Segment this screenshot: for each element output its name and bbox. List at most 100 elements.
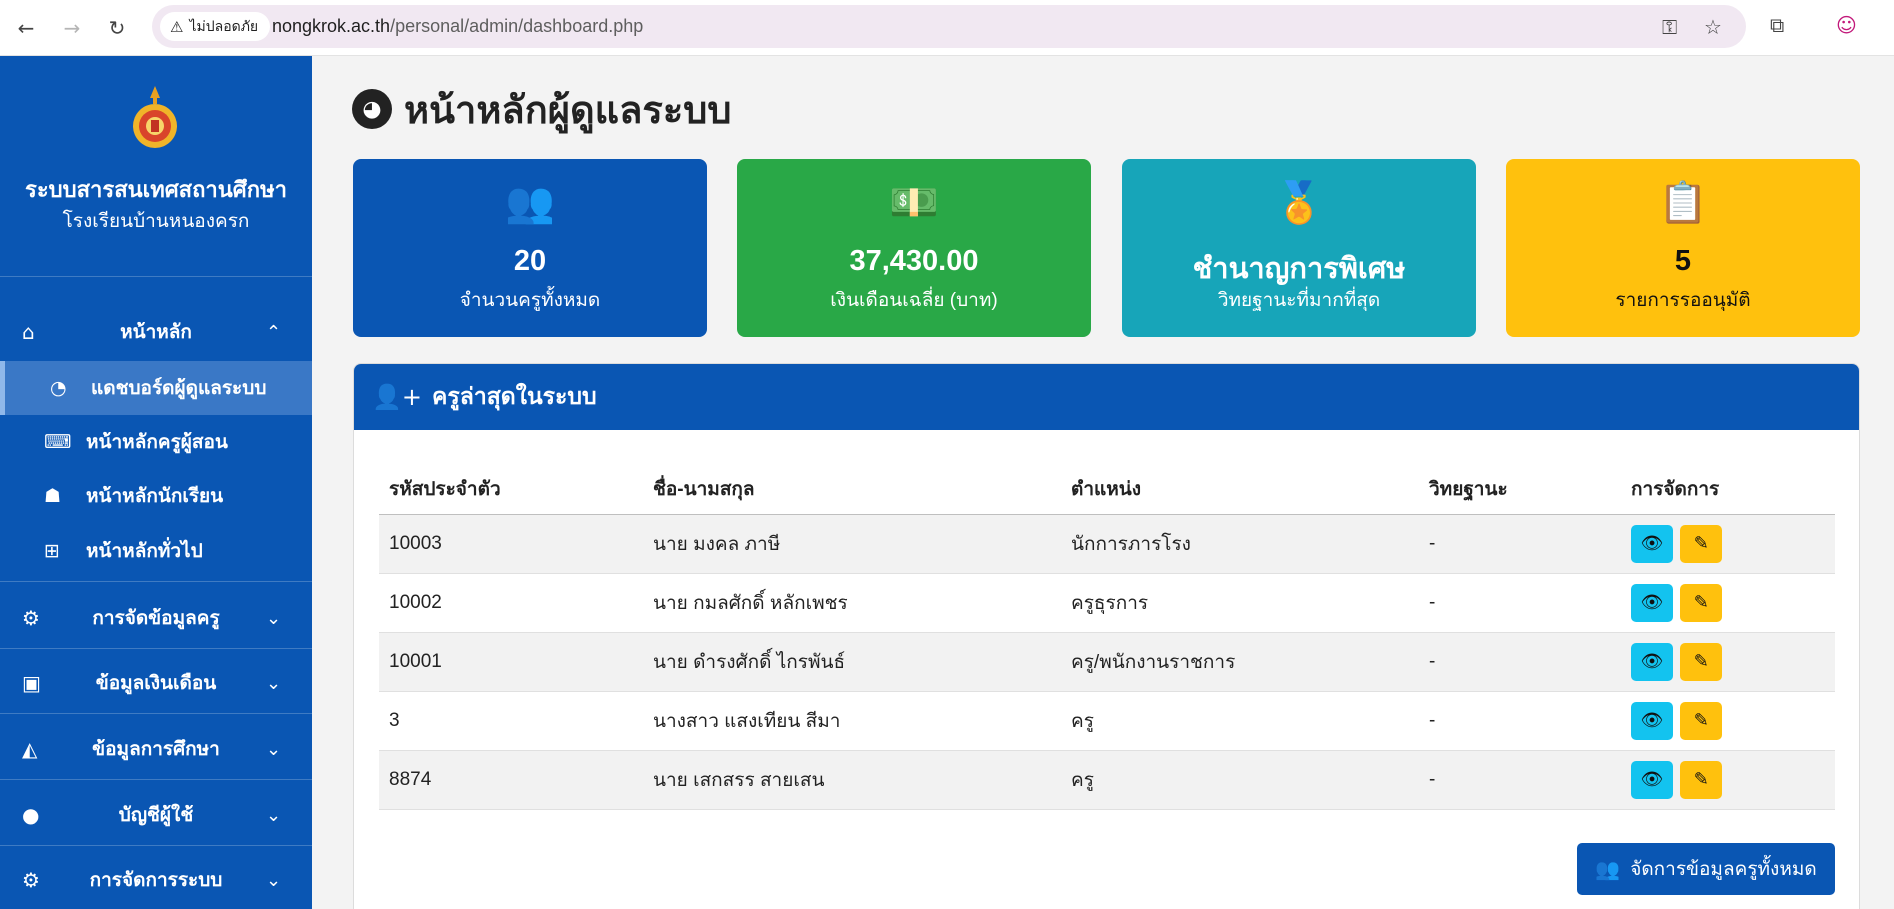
teacher-name: นางสาว แสงเทียน สีมา [643,691,1061,751]
teacher-name: นาย เสกสรร สายเสน [643,750,1061,810]
stat-value: 37,430.00 [849,245,979,277]
edit-button[interactable]: ✎ [1680,701,1723,740]
menu-section-label: ข้อมูลการศึกษา [92,739,220,760]
graduation-cap-icon: ◭ [22,737,38,761]
back-arrow-icon[interactable]: ← [12,14,40,42]
browser-toolbar: ← → ↻ ⚠ ไม่ปลอดภัย nongkrok.ac.th/person… [0,0,1894,56]
page-title-text: หน้าหลักผู้ดูแลระบบ [404,89,732,132]
url-text[interactable]: nongkrok.ac.th/personal/admin/dashboard.… [272,16,643,37]
sidebar-divider [0,779,312,780]
view-button[interactable]: 👁 [1631,701,1673,740]
extensions-icon[interactable]: ⧉ [1770,13,1784,37]
sidebar-divider [0,581,312,582]
security-chip[interactable]: ⚠ ไม่ปลอดภัย [160,12,271,41]
chevron-down-icon: ⌄ [266,607,282,629]
sidebar-divider [0,713,312,714]
address-bar[interactable]: ⚠ ไม่ปลอดภัย nongkrok.ac.th/personal/adm… [152,5,1746,48]
teachers-table: รหัสประจำตัว ชื่อ-นามสกุล ตำแหน่ง วิทยฐา… [379,464,1835,810]
eye-icon: 👁 [1640,769,1664,790]
sidebar-item-general-home[interactable]: ⊞ หน้าหลักทั่วไป [0,524,312,578]
sidebar-item-student-home[interactable]: ☗ หน้าหลักนักเรียน [0,469,312,523]
row-actions: 👁 ✎ [1621,691,1835,751]
users-icon: 👥 [505,180,555,226]
school-emblem-icon [133,86,177,148]
star-icon[interactable]: ☆ [1704,15,1722,39]
teacher-id: 10003 [379,514,643,574]
teacher-position: ครูธุรการ [1061,573,1419,633]
menu-section-home[interactable]: ⌂ หน้าหลัก ⌃ [0,302,312,362]
system-title: ระบบสารสนเทศสถานศึกษา [25,177,287,202]
chevron-up-icon: ⌃ [266,321,282,343]
edit-icon: ✎ [1693,710,1709,731]
teacher-position: ครู/พนักงานราชการ [1061,632,1419,692]
menu-section-label: ข้อมูลเงินเดือน [95,673,217,694]
stat-value: 20 [513,245,547,277]
key-icon[interactable]: ⚿ [1662,15,1677,39]
sidebar-divider [0,648,312,649]
eye-icon: 👁 [1640,710,1664,731]
edit-button[interactable]: ✎ [1680,642,1723,681]
sidebar-item-admin-dashboard[interactable]: ◔ แดชบอร์ดผู้ดูแลระบบ [0,361,312,415]
stat-card-pending-approval: 📋 5 รายการรออนุมัติ [1506,159,1860,337]
dashboard-gauge-icon: ◔ [50,377,67,399]
teacher-position: ครู [1061,750,1419,810]
teacher-rank: - [1419,632,1621,692]
reload-icon[interactable]: ↻ [103,14,131,42]
student-icon: ☗ [44,485,62,507]
menu-section-education[interactable]: ◭ ข้อมูลการศึกษา ⌄ [0,719,312,779]
table-grid-icon: ⊞ [44,540,60,562]
teacher-name: นาย ดำรงศักดิ์ ไกรพันธ์ [643,632,1061,692]
menu-section-label: หน้าหลัก [120,322,192,343]
warning-triangle-icon: ⚠ [170,17,184,36]
edit-button[interactable]: ✎ [1680,583,1723,622]
school-name: โรงเรียนบ้านหนองครก [62,211,250,232]
view-button[interactable]: 👁 [1631,760,1673,799]
teacher-rank: - [1419,691,1621,751]
manage-button-label: จัดการข้อมูลครูทั้งหมด [1630,859,1817,880]
tachometer-icon: ◕ [352,89,392,129]
menu-section-system-management[interactable]: ⚙ การจัดการระบบ ⌄ [0,850,312,909]
table-row: 10001 นาย ดำรงศักดิ์ ไกรพันธ์ ครู/พนักงา… [379,632,1835,692]
view-button[interactable]: 👁 [1631,583,1673,622]
user-circle-icon: ● [22,803,40,827]
column-header: ตำแหน่ง [1061,464,1419,515]
table-row: 10003 นาย มงคล ภาษี นักการภารโรง - 👁 ✎ [379,514,1835,574]
profile-icon[interactable]: ☺ [1836,13,1857,37]
menu-section-user-accounts[interactable]: ● บัญชีผู้ใช้ ⌄ [0,785,312,845]
recent-teachers-panel: 👤+ ครูล่าสุดในระบบ รหัสประจำตัว ชื่อ-นาม… [353,363,1860,909]
user-plus-icon: 👤+ [372,383,422,411]
sidebar-item-label: หน้าหลักนักเรียน [86,486,224,507]
menu-section-teacher-data[interactable]: ⚙ การจัดข้อมูลครู ⌄ [0,588,312,648]
table-row: 8874 นาย เสกสรร สายเสน ครู - 👁 ✎ [379,750,1835,810]
row-actions: 👁 ✎ [1621,750,1835,810]
edit-icon: ✎ [1693,651,1709,672]
row-actions: 👁 ✎ [1621,573,1835,633]
chevron-down-icon: ⌄ [266,672,282,694]
teacher-name: นาย กมลศักดิ์ หลักเพชร [643,573,1061,633]
money-bill-icon: ▣ [22,671,41,695]
sidebar-item-teacher-home[interactable]: ⌨ หน้าหลักครูผู้สอน [0,415,312,469]
edit-button[interactable]: ✎ [1680,524,1723,563]
menu-section-salary[interactable]: ▣ ข้อมูลเงินเดือน ⌄ [0,653,312,713]
page-title: ◕ หน้าหลักผู้ดูแลระบบ [352,84,732,134]
teacher-id: 10001 [379,632,643,692]
chevron-down-icon: ⌄ [266,738,282,760]
view-button[interactable]: 👁 [1631,642,1673,681]
money-bill-icon: 💵 [889,180,939,226]
edit-button[interactable]: ✎ [1680,760,1723,799]
table-row: 3 นางสาว แสงเทียน สีมา ครู - 👁 ✎ [379,691,1835,751]
sidebar-item-label: แดชบอร์ดผู้ดูแลระบบ [91,378,267,399]
sidebar-item-label: หน้าหลักครูผู้สอน [86,432,228,453]
manage-all-teachers-button[interactable]: 👥 จัดการข้อมูลครูทั้งหมด [1577,843,1835,895]
gears-icon: ⚙ [22,606,40,630]
stat-label: จำนวนครูทั้งหมด [459,290,601,311]
column-header: ชื่อ-นามสกุล [643,464,1061,515]
chalkboard-teacher-icon: ⌨ [44,431,72,453]
edit-icon: ✎ [1693,769,1709,790]
stat-label: เงินเดือนเฉลี่ย (บาท) [830,290,998,311]
column-header: การจัดการ [1621,464,1835,515]
stat-label: รายการรออนุมัติ [1615,290,1751,311]
teacher-rank: - [1419,750,1621,810]
view-button[interactable]: 👁 [1631,524,1673,563]
forward-arrow-icon[interactable]: → [58,14,86,42]
